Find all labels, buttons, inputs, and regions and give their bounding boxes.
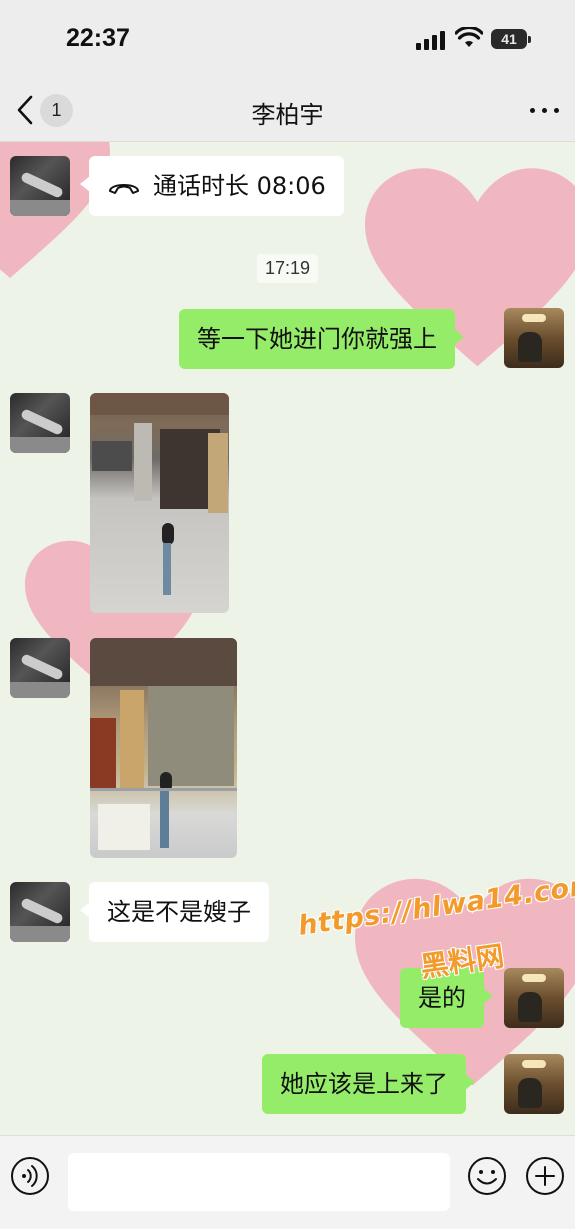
message-input[interactable] — [68, 1153, 450, 1211]
message-bubble-self[interactable]: 她应该是上来了 — [262, 1054, 475, 1114]
call-record-bubble[interactable]: 通话时长 08:06 — [80, 156, 344, 216]
call-duration-text: 通话时长 08:06 — [153, 172, 326, 200]
self-avatar[interactable] — [504, 308, 564, 368]
contact-avatar[interactable] — [10, 638, 70, 698]
contact-avatar[interactable] — [10, 393, 70, 453]
image-message[interactable] — [90, 638, 237, 858]
message-timestamp: 17:19 — [0, 254, 575, 283]
input-bar — [0, 1135, 575, 1229]
status-bar: 22:37 41 — [0, 0, 575, 80]
emoji-icon[interactable] — [467, 1156, 507, 1196]
wifi-icon — [455, 27, 483, 47]
contact-avatar[interactable] — [10, 882, 70, 942]
signal-icon — [416, 30, 446, 50]
message-text: 她应该是上来了 — [280, 1070, 448, 1098]
message-bubble-other[interactable]: 这是不是嫂子 — [80, 882, 269, 942]
self-avatar[interactable] — [504, 1054, 564, 1114]
message-text: 这是不是嫂子 — [107, 898, 251, 926]
chat-area[interactable]: 通话时长 08:06 17:19 等一下她进门你就强上 这是不是嫂子 是的 她应… — [0, 142, 575, 1135]
contact-avatar[interactable] — [10, 156, 70, 216]
timestamp-text: 17:19 — [256, 254, 319, 283]
message-text: 等一下她进门你就强上 — [197, 325, 437, 353]
message-bubble-self[interactable]: 等一下她进门你就强上 — [179, 309, 464, 369]
image-message[interactable] — [90, 393, 229, 613]
chat-title: 李柏宇 — [251, 101, 324, 129]
message-text: 是的 — [418, 984, 466, 1012]
status-time: 22:37 — [66, 24, 130, 52]
nav-bar: 1 李柏宇 — [0, 80, 575, 142]
plus-icon[interactable] — [525, 1156, 565, 1196]
more-icon[interactable] — [528, 98, 562, 122]
battery-icon: 41 — [491, 29, 531, 49]
call-ended-icon — [109, 184, 139, 194]
self-avatar[interactable] — [504, 968, 564, 1028]
voice-icon[interactable] — [10, 1156, 50, 1196]
